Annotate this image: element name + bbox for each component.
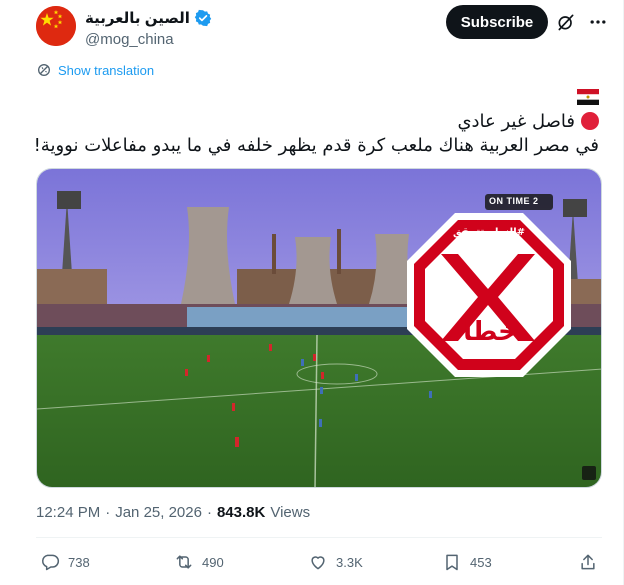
egypt-flag-icon xyxy=(577,89,599,105)
repost-count: 490 xyxy=(202,554,224,570)
more-options-icon[interactable] xyxy=(588,12,608,32)
share-button[interactable] xyxy=(578,552,598,572)
views-label: Views xyxy=(270,504,311,521)
reply-icon xyxy=(42,554,60,571)
tweet-image[interactable]: ON TIME 2 #النهار_تتحقق خطأ xyxy=(36,168,602,488)
bookmark-button[interactable]: 453 xyxy=(442,552,492,572)
tweet-metadata: 12:24 PM · Jan 25, 2026 · 843.8K Views xyxy=(36,504,310,521)
meta-separator: · xyxy=(105,504,111,521)
views-count: 843.8K xyxy=(216,504,266,521)
broadcaster-logo: ON TIME 2 xyxy=(489,196,539,206)
repost-button[interactable]: 490 xyxy=(174,552,224,572)
globe-icon xyxy=(38,64,50,76)
reply-button[interactable]: 738 xyxy=(40,552,90,572)
action-bar: 738 490 3.3K 453 xyxy=(36,552,602,578)
like-count: 3.3K xyxy=(336,554,363,570)
reply-count: 738 xyxy=(68,554,90,570)
tweet-line-1: فاصل غير عادي xyxy=(39,110,599,134)
heart-icon xyxy=(311,556,325,570)
display-name[interactable]: الصين بالعربية xyxy=(85,9,190,27)
tweet-line-1-text: فاصل غير عادي xyxy=(457,111,575,132)
verified-badge-icon xyxy=(194,9,212,27)
stamp-word: خطأ xyxy=(463,317,517,347)
tweet-line-2: في مصر العربية هناك ملعب كرة قدم يظهر خل… xyxy=(33,135,599,156)
subscribe-button[interactable]: Subscribe xyxy=(446,5,548,39)
like-button[interactable]: 3.3K xyxy=(308,552,363,572)
alt-badge-icon[interactable] xyxy=(582,466,596,480)
divider xyxy=(36,537,602,538)
tweet-time[interactable]: 12:24 PM xyxy=(36,504,100,521)
meta-separator-2: · xyxy=(206,504,212,521)
share-icon xyxy=(581,554,595,570)
user-handle[interactable]: @mog_china xyxy=(85,30,285,50)
china-flag-icon xyxy=(36,6,76,46)
tweet-text: فاصل غير عادي في مصر العربية هناك ملعب ك… xyxy=(33,84,599,158)
bookmark-icon xyxy=(446,554,458,571)
avatar[interactable] xyxy=(36,6,76,46)
author-block: الصين بالعربية @mog_china xyxy=(85,8,285,50)
tweet-card: الصين بالعربية @mog_china Subscribe Show… xyxy=(0,0,624,585)
repost-icon xyxy=(176,555,192,569)
show-translation-link[interactable]: Show translation xyxy=(36,62,154,78)
tweet-date[interactable]: Jan 25, 2026 xyxy=(115,504,202,521)
bookmark-count: 453 xyxy=(470,554,492,570)
stamp-hashtag: #النهار_تتحقق xyxy=(452,227,525,238)
show-translation-label[interactable]: Show translation xyxy=(58,63,154,78)
grok-icon[interactable] xyxy=(556,12,576,32)
red-circle-emoji-icon xyxy=(581,112,599,130)
